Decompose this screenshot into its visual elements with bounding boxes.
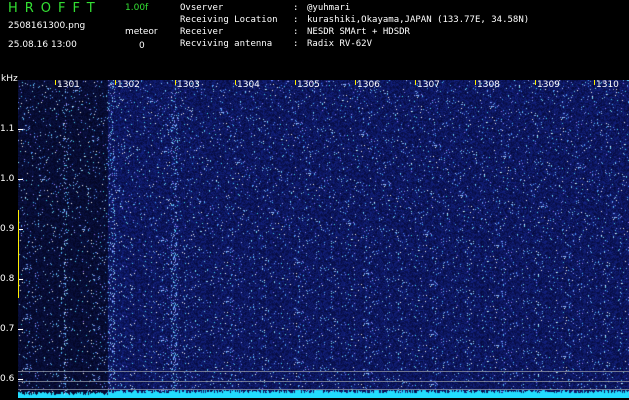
meteor-count-value: 0 [139,41,145,51]
colon-separator: : [293,3,299,13]
x-tick-mark [475,80,476,85]
colon-separator: : [293,15,299,25]
y-axis-marker [18,210,19,298]
y-tick-label: 1.1 [0,124,15,134]
reference-line [18,389,629,390]
y-axis-unit: kHz [1,74,18,84]
location-label: Receiving Location [180,15,278,25]
observer-label: Ovserver [180,3,224,13]
location-value: kurashiki,Okayama,JAPAN (133.77E, 34.58N… [307,15,530,25]
waterfall-spectrogram [18,80,629,398]
receiver-label: Receiver [180,27,224,37]
y-tick-mark [18,329,23,330]
antenna-label: Recviving antenna [180,39,273,49]
x-tick-label: 1306 [357,80,380,90]
y-tick-label: 1.0 [0,174,15,184]
capture-datetime: 25.08.16 13:00 [8,40,77,50]
x-tick-label: 1301 [57,80,80,90]
colon-separator: : [293,39,299,49]
x-tick-mark [175,80,176,85]
x-tick-mark [235,80,236,85]
y-tick-label: 0.8 [0,274,15,284]
receiver-value: NESDR SMArt + HDSDR [307,27,410,37]
x-tick-mark [55,80,56,85]
x-tick-label: 1307 [417,80,440,90]
y-tick-mark [18,179,23,180]
x-tick-label: 1302 [117,80,140,90]
x-tick-mark [355,80,356,85]
x-tick-label: 1308 [477,80,500,90]
antenna-row: Recviving antenna: Radix RV-62V [180,39,372,49]
x-tick-mark [295,80,296,85]
receiver-row: Receiver: NESDR SMArt + HDSDR [180,27,410,37]
reference-line [18,371,629,372]
x-tick-label: 1305 [297,80,320,90]
antenna-value: Radix RV-62V [307,39,373,49]
x-tick-label: 1303 [177,80,200,90]
x-tick-label: 1304 [237,80,260,90]
app-logo: HROFFT [8,1,102,16]
location-row: Receiving Location: kurashiki,Okayama,JAP… [180,15,529,25]
x-tick-mark [594,80,595,85]
file-name: 2508161300.png [8,21,86,31]
y-tick-mark [18,379,23,380]
colon-separator: : [293,27,299,37]
meteor-count-label: meteor [125,27,158,37]
x-tick-mark [415,80,416,85]
app-version: 1.00f [125,3,149,13]
x-tick-mark [115,80,116,85]
observer-row: Ovserver: @yuhmari [180,3,350,13]
hrofft-window: HROFFT 1.00f 2508161300.png 25.08.16 13:… [0,0,629,400]
x-tick-mark [535,80,536,85]
y-tick-label: 0.9 [0,224,15,234]
y-tick-label: 0.7 [0,324,15,334]
x-tick-label: 1310 [596,80,619,90]
y-tick-label: 0.6 [0,374,15,384]
y-tick-mark [18,129,23,130]
x-tick-label: 1309 [537,80,560,90]
reference-line [18,381,629,382]
observer-value: @yuhmari [307,3,351,13]
